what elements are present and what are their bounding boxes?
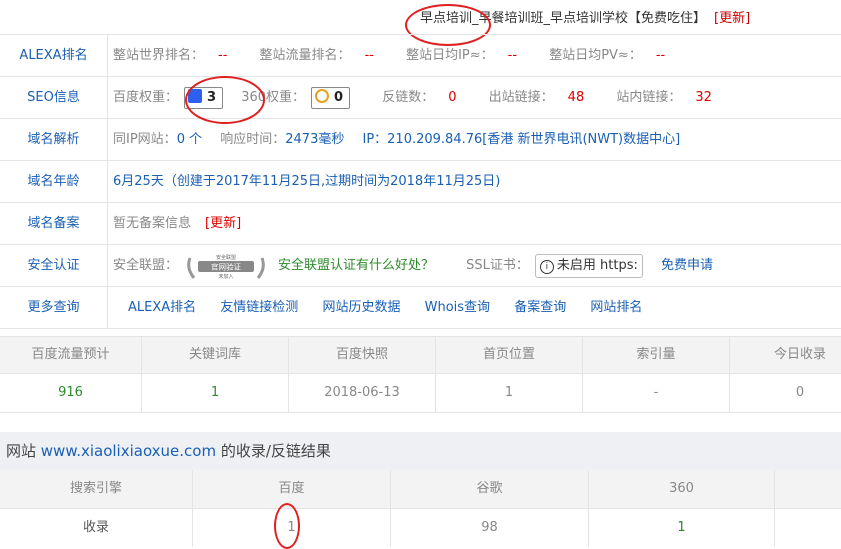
360-logo-icon <box>315 88 330 103</box>
backlinks-label: 反链数： <box>382 90 435 105</box>
index-header-cell: 360 <box>589 470 775 508</box>
alexa-row: ALEXA排名 整站世界排名： -- 整站流量排名： -- 整站日均IP≈： -- 整… <box>0 35 841 77</box>
ip-address-info[interactable]: IP：210.209.84.76[香港 新世界电讯(NWT)数据中心] <box>362 132 680 147</box>
360-indexed-value[interactable]: 1 <box>589 509 775 547</box>
same-ip-label: 同IP网站： <box>113 132 177 147</box>
title-update-link[interactable]: [更新] <box>714 11 750 26</box>
site-domain-link[interactable]: www.xiaolixiaoxue.com <box>41 442 216 460</box>
today-indexed-value: 0 <box>795 385 805 400</box>
index-header-cell: 百度 <box>193 470 391 508</box>
more-query-row: 更多查询 ALEXA排名 友情链接检测 网站历史数据 Whois查询 备案查询 … <box>0 287 841 329</box>
daily-ip-label: 整站日均IP≈： <box>406 48 494 63</box>
seal-mid-text: 官网验证 <box>211 261 241 271</box>
index-header-cell: 谷歌 <box>391 470 589 508</box>
traffic-rank-value: -- <box>364 48 374 63</box>
index-row-label: 收录 <box>0 509 193 547</box>
stats-value-row: 916 1 2018-06-13 1 - 0 <box>0 374 841 413</box>
verification-seal-icon[interactable]: 安全联盟 官网验证 未加入 <box>184 252 268 280</box>
link-friend-link-check[interactable]: 友情链接检测 <box>220 300 298 315</box>
index-header-cell: 搜索引擎 <box>0 470 193 508</box>
outbound-links-label: 出站链接： <box>488 90 554 105</box>
seal-bottom-text: 未加入 <box>219 273 234 280</box>
daily-ip-value: -- <box>507 48 518 63</box>
free-apply-link[interactable]: 免费申请 <box>661 258 713 273</box>
ssl-status-box[interactable]: i 未启用 https: <box>534 253 643 278</box>
icp-update-link[interactable]: [更新] <box>205 216 241 231</box>
google-indexed-value[interactable]: 98 <box>391 509 589 547</box>
homepage-position-value: 1 <box>436 374 583 412</box>
security-label: 安全认证 <box>0 245 108 286</box>
domain-age-value: 6月25天（创建于2017年11月25日,过期时间为2018年11月25日) <box>113 174 501 189</box>
info-icon: i <box>539 259 554 274</box>
internal-links-value[interactable]: 32 <box>695 90 712 105</box>
response-time-label: 响应时间： <box>220 132 286 147</box>
world-rank-value: -- <box>218 48 228 63</box>
stats-header-cell: 今日收录 <box>773 347 826 362</box>
stats-header-cell: 百度流量预计 <box>0 337 142 373</box>
link-site-rank[interactable]: 网站排名 <box>590 300 642 315</box>
360-weight-badge[interactable]: 0 <box>311 86 351 109</box>
icp-row: 域名备案 暂无备案信息 [更新] <box>0 203 841 245</box>
link-icp-query[interactable]: 备案查询 <box>514 300 566 315</box>
link-whois[interactable]: Whois查询 <box>425 300 490 315</box>
stats-header-cell: 首页位置 <box>436 337 583 373</box>
stats-table: 百度流量预计 关键词库 百度快照 首页位置 索引量 今日收录 916 1 201… <box>0 336 841 413</box>
more-query-label: 更多查询 <box>0 287 108 328</box>
baidu-snapshot-value: 2018-06-13 <box>289 374 436 412</box>
backlinks-value[interactable]: 0 <box>448 90 456 105</box>
site-info-table: ALEXA排名 整站世界排名： -- 整站流量排名： -- 整站日均IP≈： -- 整… <box>0 34 841 329</box>
dns-row: 域名解析 同IP网站：0 个 响应时间：2473毫秒 IP：210.209.84… <box>0 119 841 161</box>
same-ip-value[interactable]: 0 个 <box>177 132 202 147</box>
security-row: 安全认证 安全联盟： 安全联盟 官网验证 未加入 安全联盟认证有什么好处？ SS… <box>0 245 841 287</box>
traffic-rank-label: 整站流量排名： <box>259 48 351 63</box>
dns-label: 域名解析 <box>0 119 108 160</box>
domain-age-row: 域名年龄 6月25天（创建于2017年11月25日,过期时间为2018年11月2… <box>0 161 841 203</box>
stats-header-cell: 索引量 <box>583 337 730 373</box>
ssl-label: SSL证书： <box>466 258 529 273</box>
baidu-weight-label: 百度权重： <box>113 90 179 105</box>
keyword-count-value[interactable]: 1 <box>142 374 289 412</box>
stats-header-cell: 百度快照 <box>289 337 436 373</box>
seal-top-text: 安全联盟 <box>216 254 236 261</box>
daily-pv-label: 整站日均PV≈： <box>549 48 642 63</box>
baidu-traffic-value[interactable]: 916 <box>0 374 142 412</box>
alexa-label: ALEXA排名 <box>0 35 108 76</box>
index-header-row: 搜索引擎 百度 谷歌 360 <box>0 470 841 509</box>
daily-pv-value: -- <box>655 48 666 63</box>
seo-label: SEO信息 <box>0 77 108 118</box>
stats-header-row: 百度流量预计 关键词库 百度快照 首页位置 索引量 今日收录 <box>0 336 841 374</box>
link-site-history[interactable]: 网站历史数据 <box>322 300 400 315</box>
internal-links-label: 站内链接： <box>616 90 682 105</box>
index-section-title: 网站 www.xiaolixiaoxue.com 的收录/反链结果 <box>0 432 841 470</box>
alliance-benefit-link[interactable]: 安全联盟认证有什么好处？ <box>278 258 434 273</box>
index-volume-value: - <box>583 374 730 412</box>
domain-age-label: 域名年龄 <box>0 161 108 202</box>
link-alexa-rank[interactable]: ALEXA排名 <box>128 300 196 315</box>
world-rank-label: 整站世界排名： <box>113 48 205 63</box>
outbound-links-value[interactable]: 48 <box>568 90 585 105</box>
seo-row: SEO信息 百度权重： 3 360权重： 0 反链数： 0 出站链接： 48 站内链接：… <box>0 77 841 119</box>
icp-label: 域名备案 <box>0 203 108 244</box>
response-time-value: 2473毫秒 <box>285 132 345 147</box>
annotation-circle-baidu-weight <box>185 76 265 124</box>
index-value-row: 收录 1 98 1 <box>0 509 841 547</box>
stats-header-cell: 关键词库 <box>142 337 289 373</box>
annotation-circle-baidu-indexed <box>274 503 300 549</box>
icp-value: 暂无备案信息 <box>113 216 192 231</box>
alliance-label: 安全联盟： <box>113 258 179 273</box>
index-table: 搜索引擎 百度 谷歌 360 收录 1 98 1 <box>0 470 841 547</box>
